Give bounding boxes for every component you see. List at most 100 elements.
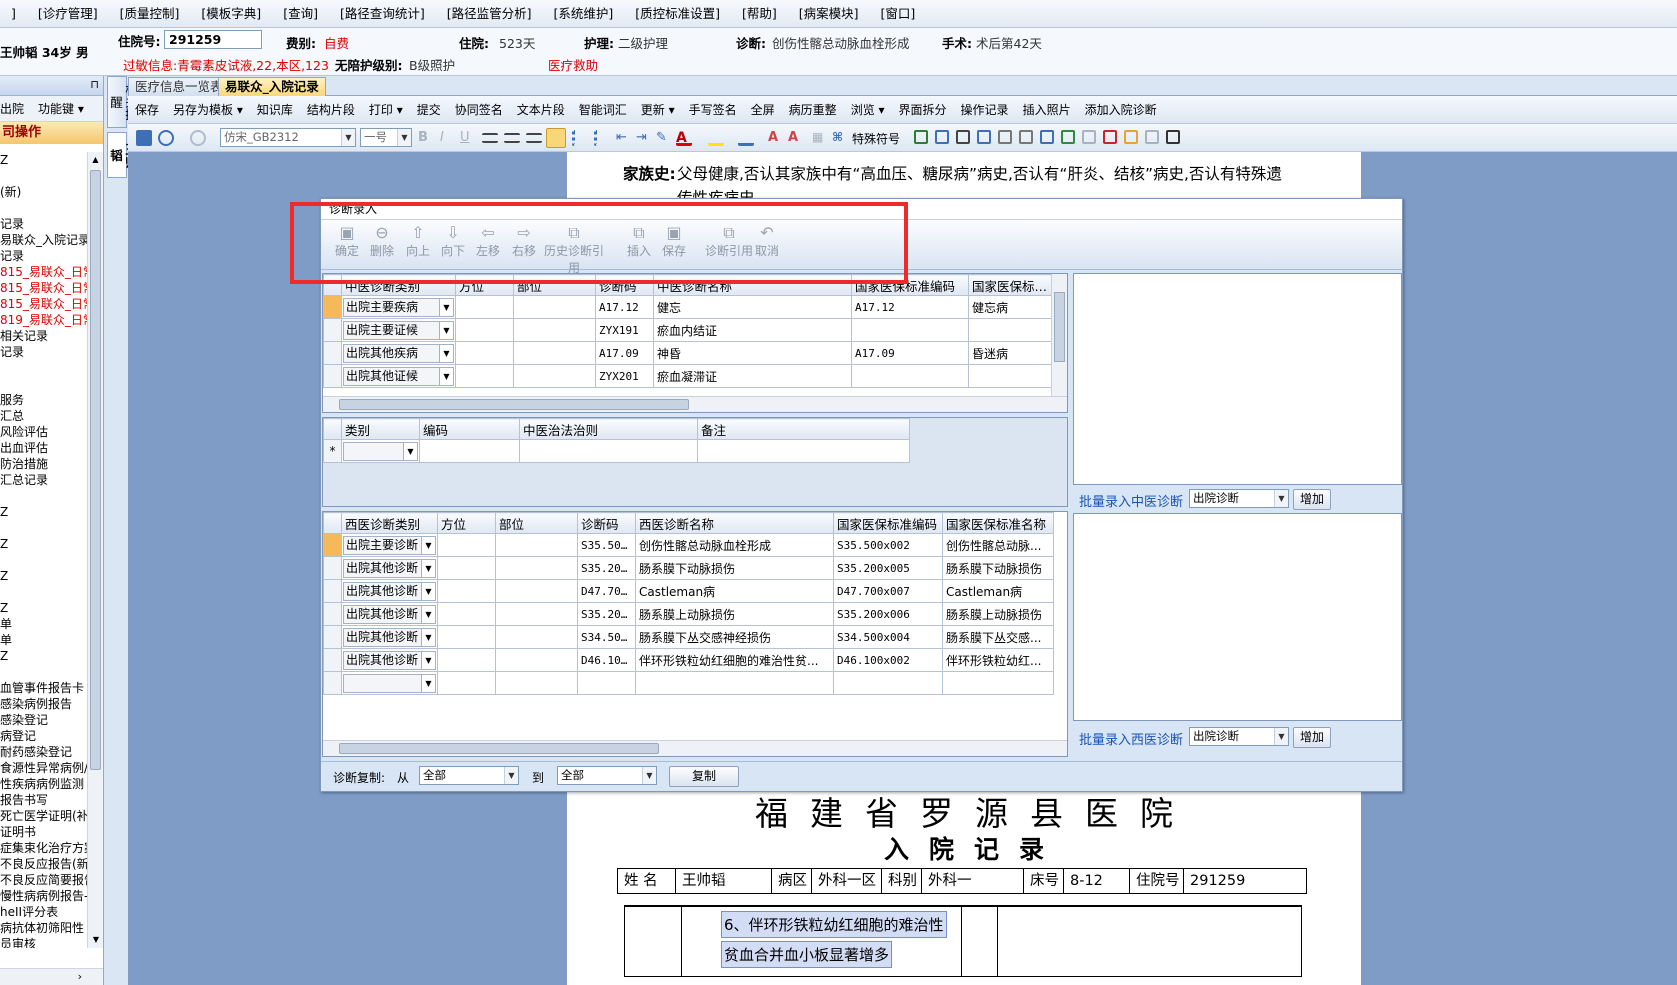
undo-icon[interactable] (158, 130, 174, 146)
tcm-type-cell[interactable]: 出院其他证候 ▼ (341, 364, 456, 388)
empty-cell[interactable] (942, 671, 1054, 695)
wm-column-header[interactable]: 部位 (495, 512, 578, 534)
insurance-code-cell[interactable]: A17.12 (851, 295, 969, 319)
operation-list-item[interactable]: 性疾病病例监测 (0, 776, 88, 792)
chevron-down-icon[interactable]: ▼ (439, 367, 453, 385)
align-right-icon[interactable] (526, 133, 542, 143)
operation-list-item[interactable]: 感染病例报告 (0, 696, 88, 712)
indent-icon[interactable]: ⇥ (636, 130, 652, 146)
diagnosis-code-cell[interactable]: S35.20... (577, 556, 636, 580)
row-selector[interactable] (323, 364, 342, 388)
wm-type-cell[interactable]: 出院其他诊断 ▼ (341, 648, 438, 672)
highlight-icon[interactable] (708, 130, 724, 146)
diagnosis-type-select[interactable]: 出院其他诊断 ▼ (343, 581, 436, 601)
operation-list-item[interactable]: 症集束化治疗方案 (0, 840, 88, 856)
menu-item-7[interactable]: [系统维护] (542, 0, 624, 27)
insurance-name-cell[interactable]: Castleman病 (942, 579, 1054, 603)
insurance-code-cell[interactable]: S35.500x002 (833, 533, 943, 557)
treatment-column-header[interactable]: 中医治法治则 (519, 418, 698, 440)
operation-list-item[interactable]: 汇总记录 (0, 472, 88, 488)
diagnosis-code-cell[interactable]: ZYX191 (595, 318, 654, 342)
left-panel-hscrollbar[interactable]: › (0, 968, 103, 985)
operation-list-item[interactable]: 815_易联众_日常 (0, 280, 88, 296)
insurance-name-cell[interactable]: 肠系膜下丛交感... (942, 625, 1054, 649)
diagnosis-code-cell[interactable]: S35.50... (577, 533, 636, 557)
batch-tcm-select[interactable]: 出院诊断 ▼ (1189, 489, 1289, 508)
site-cell[interactable] (495, 602, 578, 626)
tcm-grid-vscroll[interactable] (1051, 274, 1067, 396)
toolbar-button-10[interactable]: 手写签名 (682, 101, 744, 118)
treatment-column-header[interactable]: 编码 (419, 418, 520, 440)
operation-list-item[interactable]: Z (0, 536, 88, 552)
toolbar-button-11[interactable]: 全屏 (744, 101, 782, 118)
chevron-down-icon[interactable]: ▼ (421, 628, 435, 646)
operation-section-header[interactable]: 司操作 (0, 122, 103, 144)
diagnosis-line-2[interactable]: 贫血合并血小板显著增多 (721, 941, 893, 968)
replace-icon[interactable] (956, 130, 970, 144)
toolbar-button-3[interactable]: 结构片段 (300, 101, 362, 118)
chevron-down-icon[interactable]: ▼ (439, 321, 453, 339)
diagnosis-type-select[interactable]: 出院其他疾病 ▼ (343, 343, 454, 363)
scroll-down-icon[interactable]: ▼ (88, 932, 103, 948)
operation-list-item[interactable]: 报告书写 (0, 792, 88, 808)
treatment-note-cell[interactable] (697, 439, 910, 463)
function-key-button[interactable]: 功能键 ▾ (38, 100, 84, 117)
operation-list-item[interactable]: 慢性病病例报告- (0, 888, 88, 904)
table-red-icon[interactable] (1103, 130, 1117, 144)
diagnosis-name-cell[interactable]: 肠系膜下动脉损伤 (635, 556, 834, 580)
wm-row[interactable]: 出院其他诊断 ▼ D46.10... 伴环形铁粒幼红细胞的难治性贫... D46.100… (323, 648, 1054, 672)
insurance-code-cell[interactable] (851, 318, 969, 342)
operation-list-item[interactable]: 风险评估 (0, 424, 88, 440)
empty-cell[interactable] (495, 671, 578, 695)
toolbar-button-8[interactable]: 智能词汇 (572, 101, 634, 118)
operation-list-item[interactable]: 815_易联众_日常 (0, 296, 88, 312)
diagnosis-name-cell[interactable]: 伴环形铁粒幼红细胞的难治性贫... (635, 648, 834, 672)
operation-list-item[interactable]: 耐药感染登记 (0, 744, 88, 760)
operation-list-item[interactable]: 819_易联众_日常 (0, 312, 88, 328)
chevron-down-icon[interactable]: ▼ (403, 442, 417, 460)
table-orange-icon[interactable] (1124, 130, 1138, 144)
menu-item-8[interactable]: [质控标准设置] (624, 0, 731, 27)
operation-list-item[interactable]: 防治措施 (0, 456, 88, 472)
search-icon[interactable] (914, 130, 928, 144)
chevron-down-icon[interactable]: ▼ (504, 767, 518, 784)
insurance-name-cell[interactable]: 肠系膜下动脉损伤 (942, 556, 1054, 580)
copy-button[interactable]: 复制 (669, 766, 739, 787)
save-icon[interactable] (136, 130, 152, 146)
tcm-type-cell[interactable]: 出院主要证候 ▼ (341, 318, 456, 342)
wm-column-header[interactable]: 国家医保标准名称 (942, 512, 1054, 534)
diagnosis-name-cell[interactable]: 瘀血内结证 (653, 318, 852, 342)
operation-list-item[interactable]: 出血评估 (0, 440, 88, 456)
diagnosis-code-cell[interactable]: A17.09 (595, 341, 654, 365)
operation-list-item[interactable]: 单 (0, 632, 88, 648)
toolbar-button-5[interactable]: 提交 (410, 101, 448, 118)
wm-column-header[interactable]: 方位 (437, 512, 496, 534)
toolbar-button-9[interactable]: 更新 ▾ (634, 101, 682, 118)
format-painter-icon[interactable]: ✎ (656, 130, 672, 146)
site-cell[interactable] (513, 364, 596, 388)
diagnosis-code-cell[interactable]: ZYX201 (595, 364, 654, 388)
menu-item-2[interactable]: [质量控制] (109, 0, 191, 27)
insurance-name-cell[interactable]: 创伤性髂总动脉... (942, 533, 1054, 557)
operation-list-item[interactable] (0, 552, 88, 568)
orientation-cell[interactable] (437, 625, 496, 649)
toolbar-button-6[interactable]: 协同签名 (448, 101, 510, 118)
operation-list-item[interactable] (0, 520, 88, 536)
operation-list-item[interactable]: 病登记 (0, 728, 88, 744)
operation-list-item[interactable]: 记录 (0, 216, 88, 232)
operation-list-item[interactable] (0, 488, 88, 504)
side-tab-reminders[interactable]: 相关提醒 (107, 76, 138, 128)
diagnosis-type-select[interactable]: 出院其他证候 ▼ (343, 366, 454, 386)
operation-list-item[interactable]: 证明书 (0, 824, 88, 840)
orientation-cell[interactable] (455, 341, 514, 365)
treatment-type-cell[interactable]: ▼ (341, 439, 420, 463)
wm-row[interactable]: 出院其他诊断 ▼ S35.20... 肠系膜上动脉损伤 S35.200x006 肠系膜上动… (323, 602, 1054, 626)
batch-tcm-label[interactable]: 批量录入中医诊断 (1079, 491, 1183, 510)
orientation-cell[interactable] (437, 533, 496, 557)
chevron-down-icon[interactable]: ▼ (421, 582, 435, 600)
more-icon[interactable] (1166, 130, 1180, 144)
chevron-down-icon[interactable]: ▼ (341, 129, 355, 146)
chevron-down-icon[interactable]: ▼ (439, 344, 453, 362)
wm-type-cell[interactable]: 出院主要诊断 ▼ (341, 533, 438, 557)
operation-list-item[interactable]: 汇总 (0, 408, 88, 424)
